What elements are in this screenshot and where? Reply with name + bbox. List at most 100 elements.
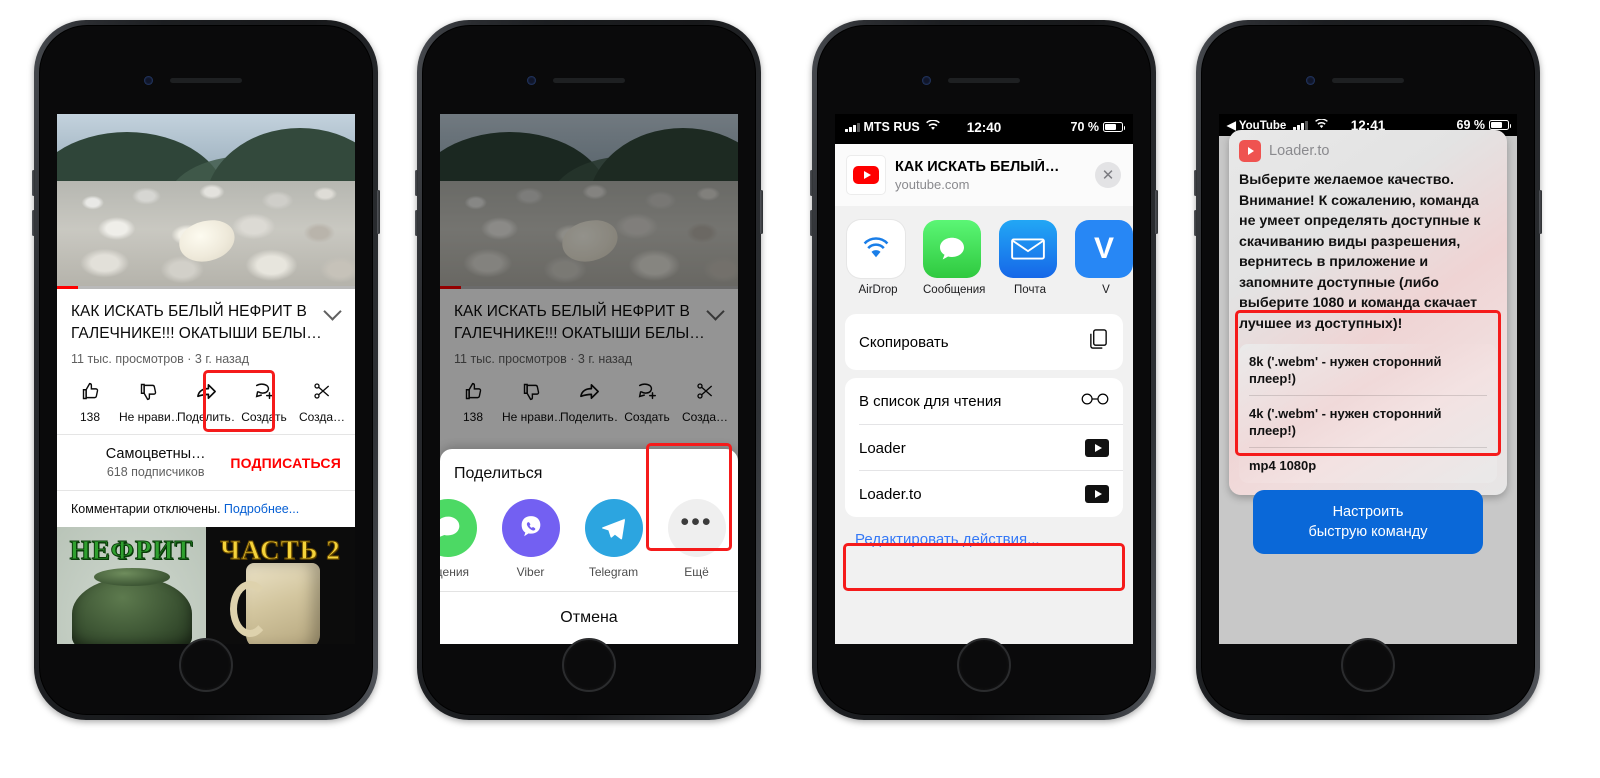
wifi-icon — [925, 119, 940, 134]
phone-1-screen: КАК ИСКАТЬ БЕЛЫЙ НЕФРИТ В ГАЛЕЧНИКЕ!!! О… — [57, 114, 355, 644]
share-app-row: бщения Viber Telegram — [440, 443, 738, 591]
phone-2-screen: КАК ИСКАТЬ БЕЛЫЙ НЕФРИТ В ГАЛЕЧНИКЕ!!! О… — [440, 114, 738, 644]
action-loader-to[interactable]: Loader.to — [845, 471, 1123, 517]
quality-option-4k[interactable]: 4k ('.webm' - нужен сторонний плеер!) — [1239, 396, 1497, 448]
copy-icon — [1088, 328, 1109, 356]
share-app-label: Ещё — [684, 565, 709, 579]
share-target-vk[interactable]: V V — [1075, 220, 1133, 296]
shared-item-domain: youtube.com — [895, 176, 970, 192]
comments-disabled-notice: Комментарии отключены. Подробнее... — [57, 491, 355, 527]
quality-option-mp4-1080p[interactable]: mp4 1080p — [1239, 448, 1497, 483]
configure-shortcut-button[interactable]: Настроить быструю команду — [1253, 490, 1483, 554]
share-sheet: Поделиться бщения Viber — [440, 443, 738, 644]
airdrop-icon — [847, 220, 905, 278]
youtube-favicon-icon — [847, 156, 885, 194]
messages-icon — [923, 220, 981, 278]
phone-2: КАК ИСКАТЬ БЕЛЫЙ НЕФРИТ В ГАЛЕЧНИКЕ!!! О… — [415, 20, 763, 720]
dislike-label: Не нрави… — [119, 410, 177, 424]
clip-label: Созда… — [298, 410, 346, 424]
earpiece-speaker — [948, 78, 1020, 83]
channel-row[interactable]: Самоцветны… 618 подписчиков ПОДПИСАТЬСЯ — [57, 435, 355, 490]
video-player[interactable] — [57, 114, 355, 289]
related-video-thumbnail[interactable]: НЕФРИТ — [57, 527, 206, 644]
share-destination-row: AirDrop Сообщения Почта V V — [835, 206, 1133, 306]
power-button[interactable] — [377, 190, 380, 234]
share-target-label: AirDrop — [858, 284, 898, 296]
create-button[interactable]: Создать — [235, 378, 293, 424]
share-target-messages[interactable]: Сообщения — [923, 220, 985, 296]
cellular-signal-icon — [1293, 120, 1308, 130]
jade-vessel-image — [71, 577, 192, 644]
loader-to-highlight-box — [843, 543, 1125, 591]
phone-1: КАК ИСКАТЬ БЕЛЫЙ НЕФРИТ В ГАЛЕЧНИКЕ!!! О… — [32, 20, 380, 720]
volume-down-button[interactable] — [415, 210, 418, 236]
shortcut-play-icon — [1085, 439, 1109, 457]
power-button[interactable] — [1539, 190, 1542, 234]
volume-down-button[interactable] — [32, 210, 35, 236]
dislike-button[interactable]: Не нрави… — [119, 378, 177, 424]
volume-down-button[interactable] — [810, 210, 813, 236]
close-icon[interactable]: ✕ — [1095, 162, 1121, 188]
front-camera-icon — [922, 76, 931, 85]
channel-subscribers: 618 подписчиков — [106, 465, 205, 479]
shortcut-app-name: Loader.to — [1269, 143, 1330, 159]
edit-actions-link[interactable]: Редактировать действия... — [835, 517, 1133, 548]
volume-up-button[interactable] — [1194, 170, 1197, 196]
power-button[interactable] — [1155, 190, 1158, 234]
home-button[interactable] — [1341, 638, 1395, 692]
phone-3-screen: MTS RUS 12:40 70 % КАК ИСКАТЬ БЕЛЫЙ… you… — [835, 114, 1133, 644]
screenshot-canvas: КАК ИСКАТЬ БЕЛЫЙ НЕФРИТ В ГАЛЕЧНИКЕ!!! О… — [0, 0, 1600, 778]
action-label: Loader.to — [859, 485, 922, 503]
learn-more-link[interactable]: Подробнее... — [224, 502, 299, 516]
messages-icon — [440, 499, 477, 557]
related-videos-row: НЕФРИТ ЧАСТЬ 2 — [57, 527, 355, 644]
video-meta: 11 тыс. просмотров · 3 г. назад — [71, 352, 250, 366]
thumbnail-title: НЕФРИТ — [69, 535, 194, 566]
shortcut-app-icon — [1239, 140, 1261, 162]
quality-options-list: 8k ('.webm' - нужен сторонний плеер!) 4k… — [1239, 344, 1497, 483]
home-button[interactable] — [957, 638, 1011, 692]
power-button[interactable] — [760, 190, 763, 234]
share-target-mail[interactable]: Почта — [999, 220, 1061, 296]
action-copy[interactable]: Скопировать — [845, 314, 1123, 370]
volume-up-button[interactable] — [810, 170, 813, 196]
share-button[interactable]: Поделить… — [177, 378, 235, 424]
share-app-messages[interactable]: бщения — [440, 499, 489, 579]
action-reading-list[interactable]: В список для чтения — [845, 378, 1123, 425]
action-label: Loader — [859, 439, 906, 457]
action-loader[interactable]: Loader — [845, 425, 1123, 471]
share-app-label: бщения — [440, 565, 470, 579]
share-sheet-title: Поделиться — [454, 465, 543, 482]
volume-up-button[interactable] — [415, 170, 418, 196]
thumbnail-title: ЧАСТЬ 2 — [220, 535, 341, 566]
volume-down-button[interactable] — [1194, 210, 1197, 236]
like-button[interactable]: 138 — [61, 378, 119, 424]
status-bar: MTS RUS 12:40 70 % — [835, 114, 1133, 140]
carrier-name: MTS RUS — [863, 120, 920, 134]
related-video-thumbnail[interactable]: ЧАСТЬ 2 — [206, 527, 355, 644]
share-app-more[interactable]: ••• Ещё — [655, 499, 738, 579]
viber-icon — [501, 499, 560, 557]
share-app-viber[interactable]: Viber — [489, 499, 572, 579]
quality-option-8k[interactable]: 8k ('.webm' - нужен сторонний плеер!) — [1239, 344, 1497, 396]
home-button[interactable] — [562, 638, 616, 692]
vk-icon: V — [1075, 220, 1133, 278]
volume-up-button[interactable] — [32, 170, 35, 196]
earpiece-speaker — [553, 78, 625, 83]
shortcut-prompt-message: Выберите желаемое качество. Внимание! К … — [1239, 172, 1481, 332]
phone-4-screen: ◀ YouTube 12:41 69 % Loader.to Выберите … — [1219, 114, 1517, 644]
share-target-airdrop[interactable]: AirDrop — [847, 220, 909, 296]
clip-button[interactable]: Созда… — [293, 378, 351, 424]
share-app-telegram[interactable]: Telegram — [572, 499, 655, 579]
share-app-label: Telegram — [588, 565, 639, 579]
battery-icon — [1103, 122, 1125, 132]
front-camera-icon — [1306, 76, 1315, 85]
mail-icon — [999, 220, 1057, 278]
action-label: В список для чтения — [859, 393, 1002, 410]
shortcut-prompt-card: Loader.to Выберите желаемое качество. Вн… — [1229, 130, 1507, 495]
subscribe-button[interactable]: ПОДПИСАТЬСЯ — [230, 455, 341, 471]
thumbs-down-icon — [119, 378, 177, 404]
home-button[interactable] — [179, 638, 233, 692]
cancel-button[interactable]: Отмена — [440, 592, 738, 644]
earpiece-speaker — [170, 78, 242, 83]
